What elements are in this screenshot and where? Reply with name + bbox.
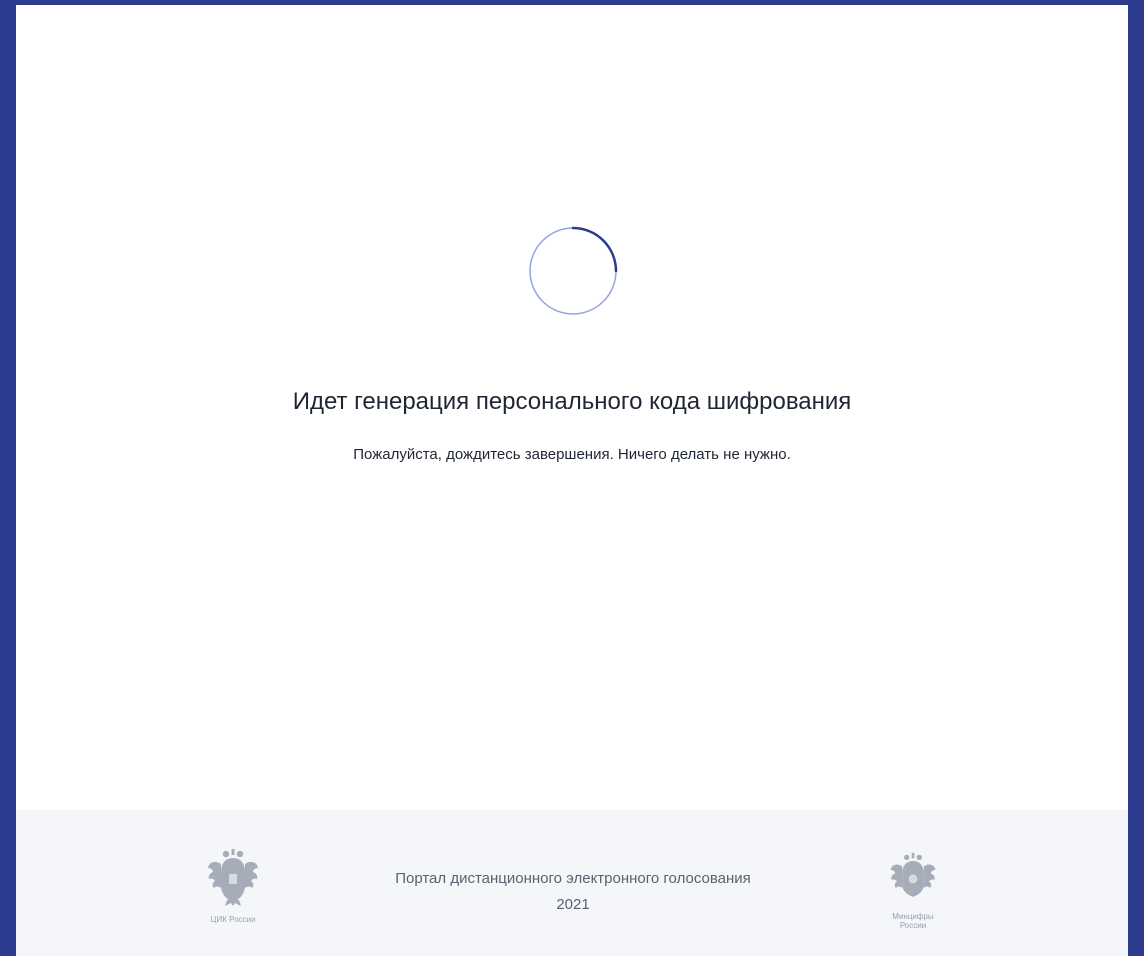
main-panel: Идет генерация персонального кода шифров…	[16, 5, 1128, 956]
footer: ЦИК России Портал дистанционного электро…	[16, 810, 1128, 956]
page-title: Идет генерация персонального кода шифров…	[292, 388, 852, 415]
page-subtitle: Пожалуйста, дождитесь завершения. Ничего…	[353, 446, 791, 463]
loading-content: Идет генерация персонального кода шифров…	[16, 5, 1128, 810]
loading-spinner-icon	[529, 226, 618, 315]
cik-logo: ЦИК России	[200, 848, 266, 934]
mintsifry-logo: Минцифры России	[880, 852, 946, 938]
portal-name: Портал дистанционного электронного голос…	[395, 870, 751, 887]
coat-of-arms-icon	[208, 849, 258, 906]
mintsifry-logo-caption: Минцифры России	[892, 912, 934, 930]
cik-logo-caption: ЦИК России	[210, 915, 256, 924]
footer-year: 2021	[556, 896, 590, 913]
coat-of-arms-icon	[890, 852, 936, 897]
footer-text: Портал дистанционного электронного голос…	[338, 866, 808, 918]
